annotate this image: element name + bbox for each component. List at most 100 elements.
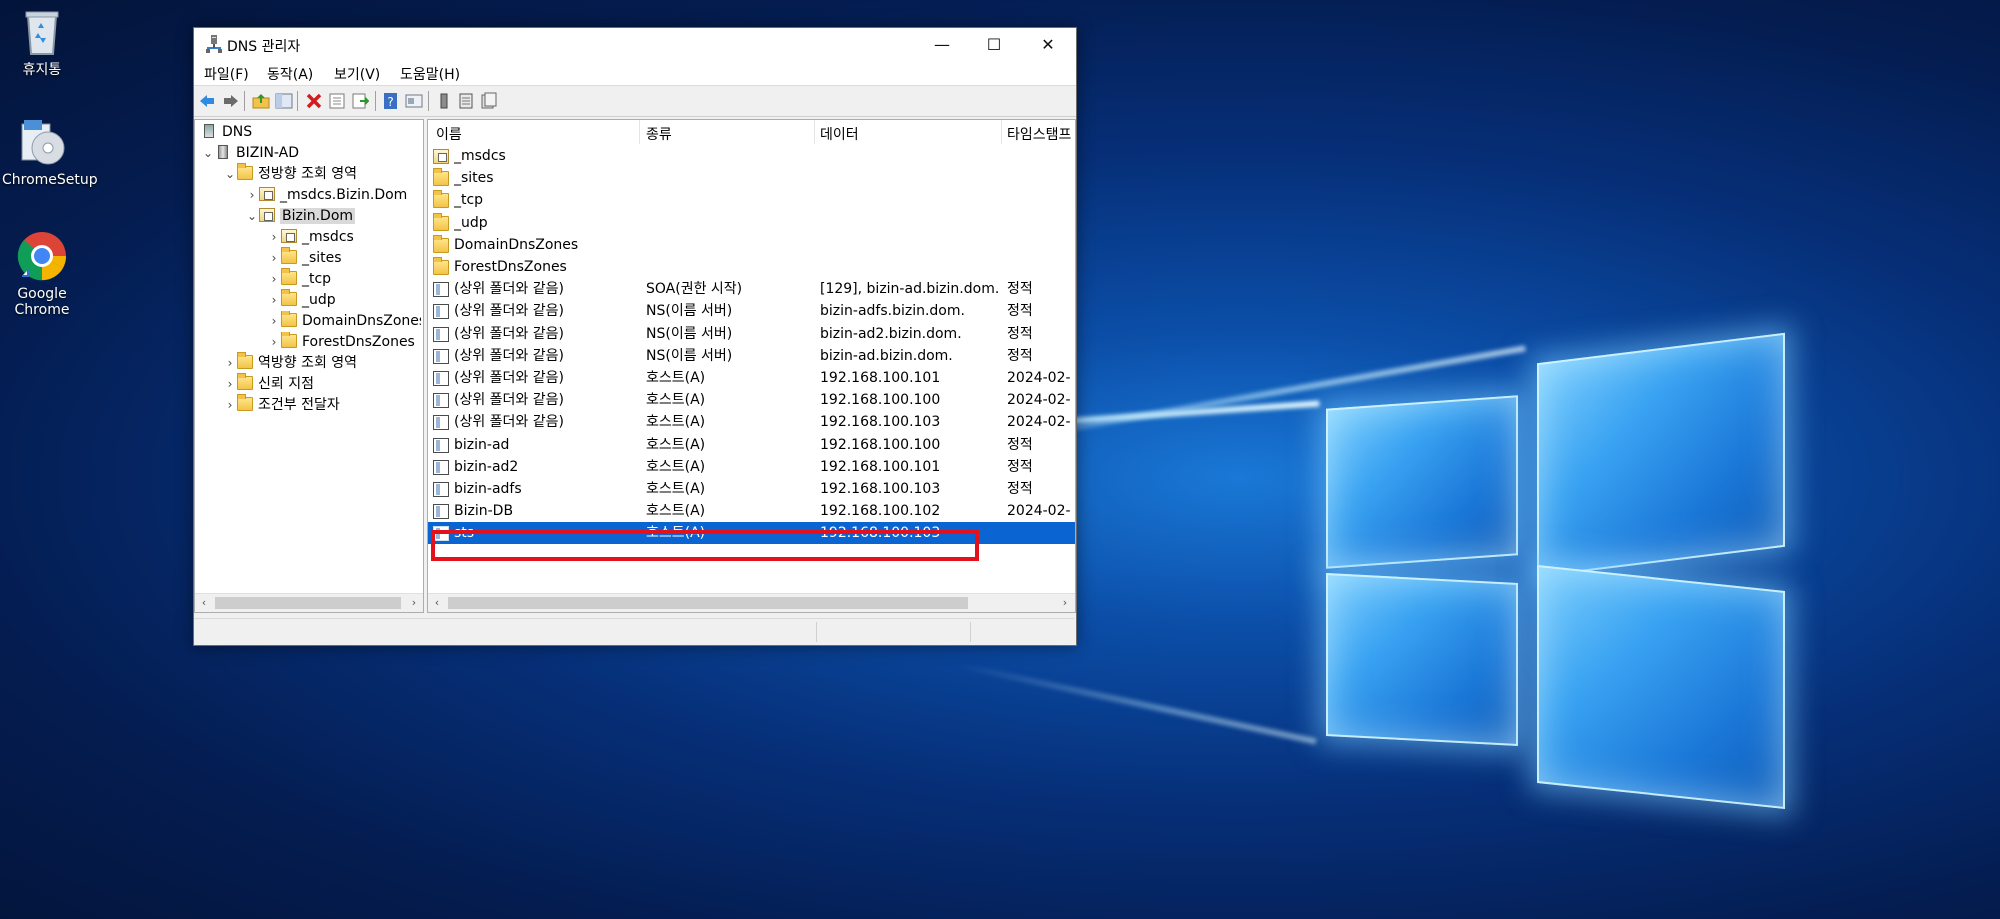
scroll-left-icon[interactable]: ‹: [195, 594, 213, 612]
table-row[interactable]: (상위 폴더와 같음) 호스트(A) 192.168.100.101 2024-02-: [428, 367, 1075, 389]
menu-file[interactable]: 파일(F): [204, 64, 249, 84]
tree-node-server[interactable]: ⌄ BIZIN-AD: [201, 143, 299, 163]
table-row[interactable]: _msdcs: [428, 145, 1075, 167]
chevron-down-icon[interactable]: ⌄: [223, 164, 237, 184]
record-list-icon[interactable]: [457, 92, 475, 110]
cell-timestamp: 정적: [1007, 303, 1033, 320]
chevron-right-icon[interactable]: ›: [267, 332, 281, 352]
cell-name: DomainDnsZones: [454, 236, 579, 253]
menu-bar: 파일(F) 동작(A) 보기(V) 도움말(H): [194, 61, 1076, 85]
chevron-right-icon[interactable]: ›: [245, 185, 259, 205]
filter-icon[interactable]: [479, 92, 497, 110]
table-row[interactable]: bizin-ad2 호스트(A) 192.168.100.101 정적: [428, 456, 1075, 478]
chevron-right-icon[interactable]: ›: [223, 395, 237, 415]
action-pane-icon[interactable]: [405, 92, 423, 110]
folder-icon: [237, 394, 253, 411]
menu-action[interactable]: 동작(A): [267, 64, 313, 84]
column-header-data[interactable]: 데이터: [820, 124, 859, 144]
folder-icon: [281, 289, 297, 306]
tree-node-bizin-dom[interactable]: ⌄ Bizin.Dom: [245, 206, 356, 226]
forward-arrow-icon[interactable]: [222, 92, 240, 110]
chevron-right-icon[interactable]: ›: [267, 290, 281, 310]
list-header: 이름 종류 데이터 타임스탬프: [428, 120, 1075, 144]
tree-node-udp[interactable]: › _udp: [267, 289, 336, 310]
zone-icon: [281, 229, 297, 243]
menu-view[interactable]: 보기(V): [334, 64, 380, 84]
tree-node-msdcs-zone[interactable]: › _msdcs.Bizin.Dom: [245, 185, 407, 205]
cell-timestamp: 2024-02-: [1007, 503, 1071, 520]
cell-data: 192.168.100.100: [820, 392, 941, 409]
cell-type: 호스트(A): [646, 503, 706, 520]
tree-node-sites[interactable]: › _sites: [267, 247, 342, 268]
chevron-right-icon[interactable]: ›: [267, 269, 281, 289]
table-row[interactable]: ForestDnsZones: [428, 256, 1075, 278]
column-header-name[interactable]: 이름: [436, 124, 462, 144]
tree-node-domaindnszones[interactable]: › DomainDnsZones: [267, 311, 421, 331]
table-row[interactable]: (상위 폴더와 같음) 호스트(A) 192.168.100.103 2024-02-: [428, 411, 1075, 433]
table-row[interactable]: DomainDnsZones: [428, 234, 1075, 256]
column-header-timestamp[interactable]: 타임스탬프: [1007, 124, 1071, 144]
scroll-thumb[interactable]: [215, 597, 401, 609]
tree-node-forestdnszones[interactable]: › ForestDnsZones: [267, 332, 421, 352]
chevron-right-icon[interactable]: ›: [223, 374, 237, 394]
desktop-icon-label: 휴지통: [22, 62, 62, 78]
tree-node-conditional-forwarders[interactable]: › 조건부 전달자: [223, 394, 340, 415]
cell-timestamp: 정적: [1007, 436, 1033, 453]
tree-node-msdcs[interactable]: › _msdcs: [267, 227, 354, 247]
desktop-icon-google-chrome[interactable]: Google Chrome: [2, 230, 82, 318]
help-icon[interactable]: ?: [382, 92, 400, 110]
table-row[interactable]: Bizin-DB 호스트(A) 192.168.100.102 2024-02-: [428, 500, 1075, 522]
cell-name: _msdcs: [454, 148, 506, 164]
close-button[interactable]: ✕: [1022, 28, 1074, 61]
tree-node-tcp[interactable]: › _tcp: [267, 268, 331, 289]
chevron-right-icon[interactable]: ›: [223, 353, 237, 373]
cell-type: 호스트(A): [646, 436, 706, 453]
folder-icon: [237, 373, 253, 390]
table-row[interactable]: _tcp: [428, 189, 1075, 211]
table-row[interactable]: (상위 폴더와 같음) SOA(권한 시작) [129], bizin-ad.biz…: [428, 278, 1075, 300]
table-row[interactable]: (상위 폴더와 같음) NS(이름 서버) bizin-adfs.bizin.dom…: [428, 300, 1075, 322]
table-row[interactable]: bizin-ad 호스트(A) 192.168.100.100 정적: [428, 434, 1075, 456]
up-folder-icon[interactable]: [252, 92, 270, 110]
scroll-right-icon[interactable]: ›: [405, 594, 423, 612]
cell-data: [129], bizin-ad.bizin.dom...: [820, 281, 998, 298]
title-bar[interactable]: DNS 관리자 — ☐ ✕: [194, 28, 1076, 61]
menu-help[interactable]: 도움말(H): [400, 64, 460, 84]
back-arrow-icon[interactable]: [198, 92, 216, 110]
table-row[interactable]: (상위 폴더와 같음) NS(이름 서버) bizin-ad2.bizin.dom.…: [428, 323, 1075, 345]
show-console-tree-icon[interactable]: [275, 92, 293, 110]
desktop-icon-recycle-bin[interactable]: 휴지통: [2, 6, 82, 78]
server-icon[interactable]: [435, 92, 453, 110]
delete-icon[interactable]: [305, 92, 323, 110]
export-list-icon[interactable]: [351, 92, 369, 110]
list-horizontal-scrollbar[interactable]: ‹ ›: [428, 593, 1075, 612]
chevron-right-icon[interactable]: ›: [267, 227, 281, 247]
table-row[interactable]: (상위 폴더와 같음) 호스트(A) 192.168.100.100 2024-02-: [428, 389, 1075, 411]
cell-timestamp: 정적: [1007, 481, 1033, 497]
properties-icon[interactable]: [328, 92, 346, 110]
table-row[interactable]: bizin-adfs 호스트(A) 192.168.100.103 정적: [428, 478, 1075, 500]
tree-node-forward-zones[interactable]: ⌄ 정방향 조회 영역: [223, 163, 357, 184]
chevron-down-icon[interactable]: ⌄: [201, 143, 215, 163]
table-row[interactable]: _sites: [428, 167, 1075, 189]
tree-node-reverse-zones[interactable]: › 역방향 조회 영역: [223, 352, 357, 373]
chevron-right-icon[interactable]: ›: [267, 248, 281, 268]
tree-node-trust-points[interactable]: › 신뢰 지점: [223, 373, 314, 394]
column-header-type[interactable]: 종류: [646, 124, 672, 144]
desktop-icon-label: Google Chrome: [14, 286, 70, 318]
record-icon: [433, 482, 449, 497]
tree-node-dns[interactable]: DNS: [201, 122, 252, 142]
table-row[interactable]: (상위 폴더와 같음) NS(이름 서버) bizin-ad.bizin.dom. 정…: [428, 345, 1075, 367]
scroll-left-icon[interactable]: ‹: [428, 594, 446, 612]
scroll-right-icon[interactable]: ›: [1056, 594, 1074, 612]
minimize-button[interactable]: —: [916, 28, 968, 61]
desktop-icon-chromesetup[interactable]: ChromeSetup: [2, 116, 98, 188]
chevron-right-icon[interactable]: ›: [267, 311, 281, 331]
maximize-button[interactable]: ☐: [968, 28, 1020, 61]
cell-type: SOA(권한 시작): [646, 281, 743, 298]
chevron-down-icon[interactable]: ⌄: [245, 206, 259, 226]
tree-horizontal-scrollbar[interactable]: ‹ ›: [195, 593, 423, 612]
scroll-thumb[interactable]: [448, 597, 968, 609]
table-row[interactable]: _udp: [428, 212, 1075, 234]
cell-data: bizin-adfs.bizin.dom.: [820, 303, 965, 320]
